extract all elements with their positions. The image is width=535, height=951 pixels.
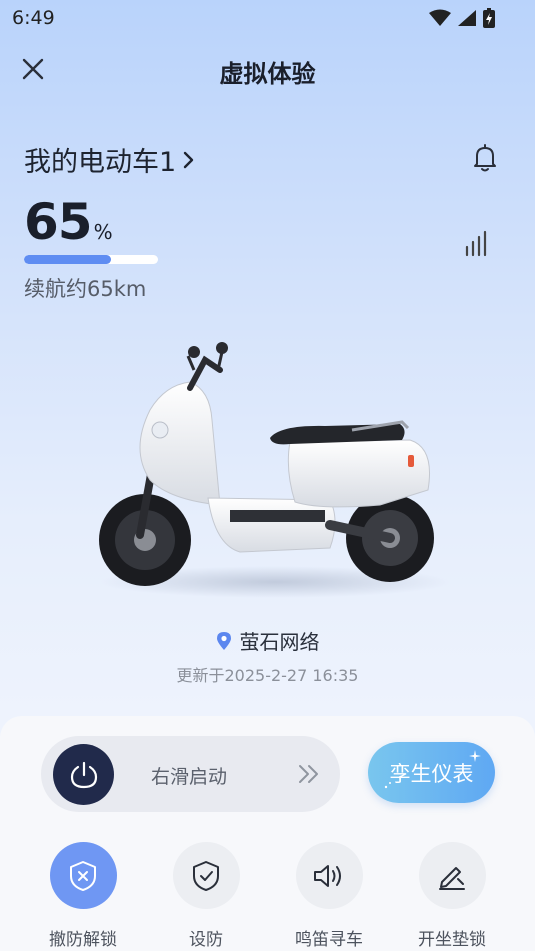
twin-dashboard-button[interactable]: 孪生仪表 [368,742,495,803]
action-label: 开坐垫锁 [418,930,486,950]
action-label: 撤防解锁 [49,930,117,950]
action-horn-find[interactable]: 鸣笛寻车 [279,842,379,950]
status-time: 6:49 [12,7,55,29]
shield-x-icon [70,860,96,891]
action-label: 设防 [189,930,223,950]
action-circle [49,842,117,909]
twin-dashboard-label: 孪生仪表 [389,761,474,786]
location-name: 萤石网络 [239,630,320,654]
chevron-right-icon [183,151,194,168]
page-title: 虚拟体验 [219,60,316,88]
slider-knob[interactable] [53,744,114,805]
range-text: 续航约65km [24,277,147,301]
action-circle [172,842,240,909]
battery-charging-icon [483,8,495,28]
double-chevron-right-icon [299,765,318,783]
power-icon [70,761,97,788]
action-disarm-unlock[interactable]: 撤防解锁 [33,842,133,950]
status-bar: 6:49 [0,0,535,36]
battery-unit: % [93,220,113,244]
action-circle [418,842,486,909]
vehicle-name: 我的电动车1 [24,147,177,178]
location-pin-icon [216,631,231,650]
cell-signal-icon [458,10,476,26]
action-label: 鸣笛寻车 [295,930,363,950]
top-bar: 虚拟体验 [0,40,535,100]
notification-button[interactable] [468,141,502,175]
speaker-icon [314,864,341,887]
location-row: 萤石网络 [0,626,535,655]
sparkle-icon [469,750,481,762]
wifi-icon [429,9,451,26]
action-circle [295,842,363,909]
slider-label: 右滑启动 [151,766,228,788]
slide-to-start-slider[interactable]: 右滑启动 [41,736,340,812]
shield-check-icon [193,860,219,891]
action-arm[interactable]: 设防 [156,842,256,950]
action-seat-lock[interactable]: 开坐垫锁 [402,842,502,950]
scooter-image [99,342,450,598]
battery-value: 65 [24,193,93,251]
vehicle-selector[interactable]: 我的电动车1 [24,140,196,179]
update-time: 更新于2025-2-27 16:35 [176,666,359,685]
battery-bar [24,255,158,264]
edit-pen-icon [439,866,465,890]
status-icons [429,8,495,28]
signal-strength-icon [465,230,487,257]
sparkle-dots-icon [384,782,391,789]
battery-level: 65 % [24,193,113,251]
battery-bar-fill [24,255,112,264]
bell-icon [474,144,496,172]
